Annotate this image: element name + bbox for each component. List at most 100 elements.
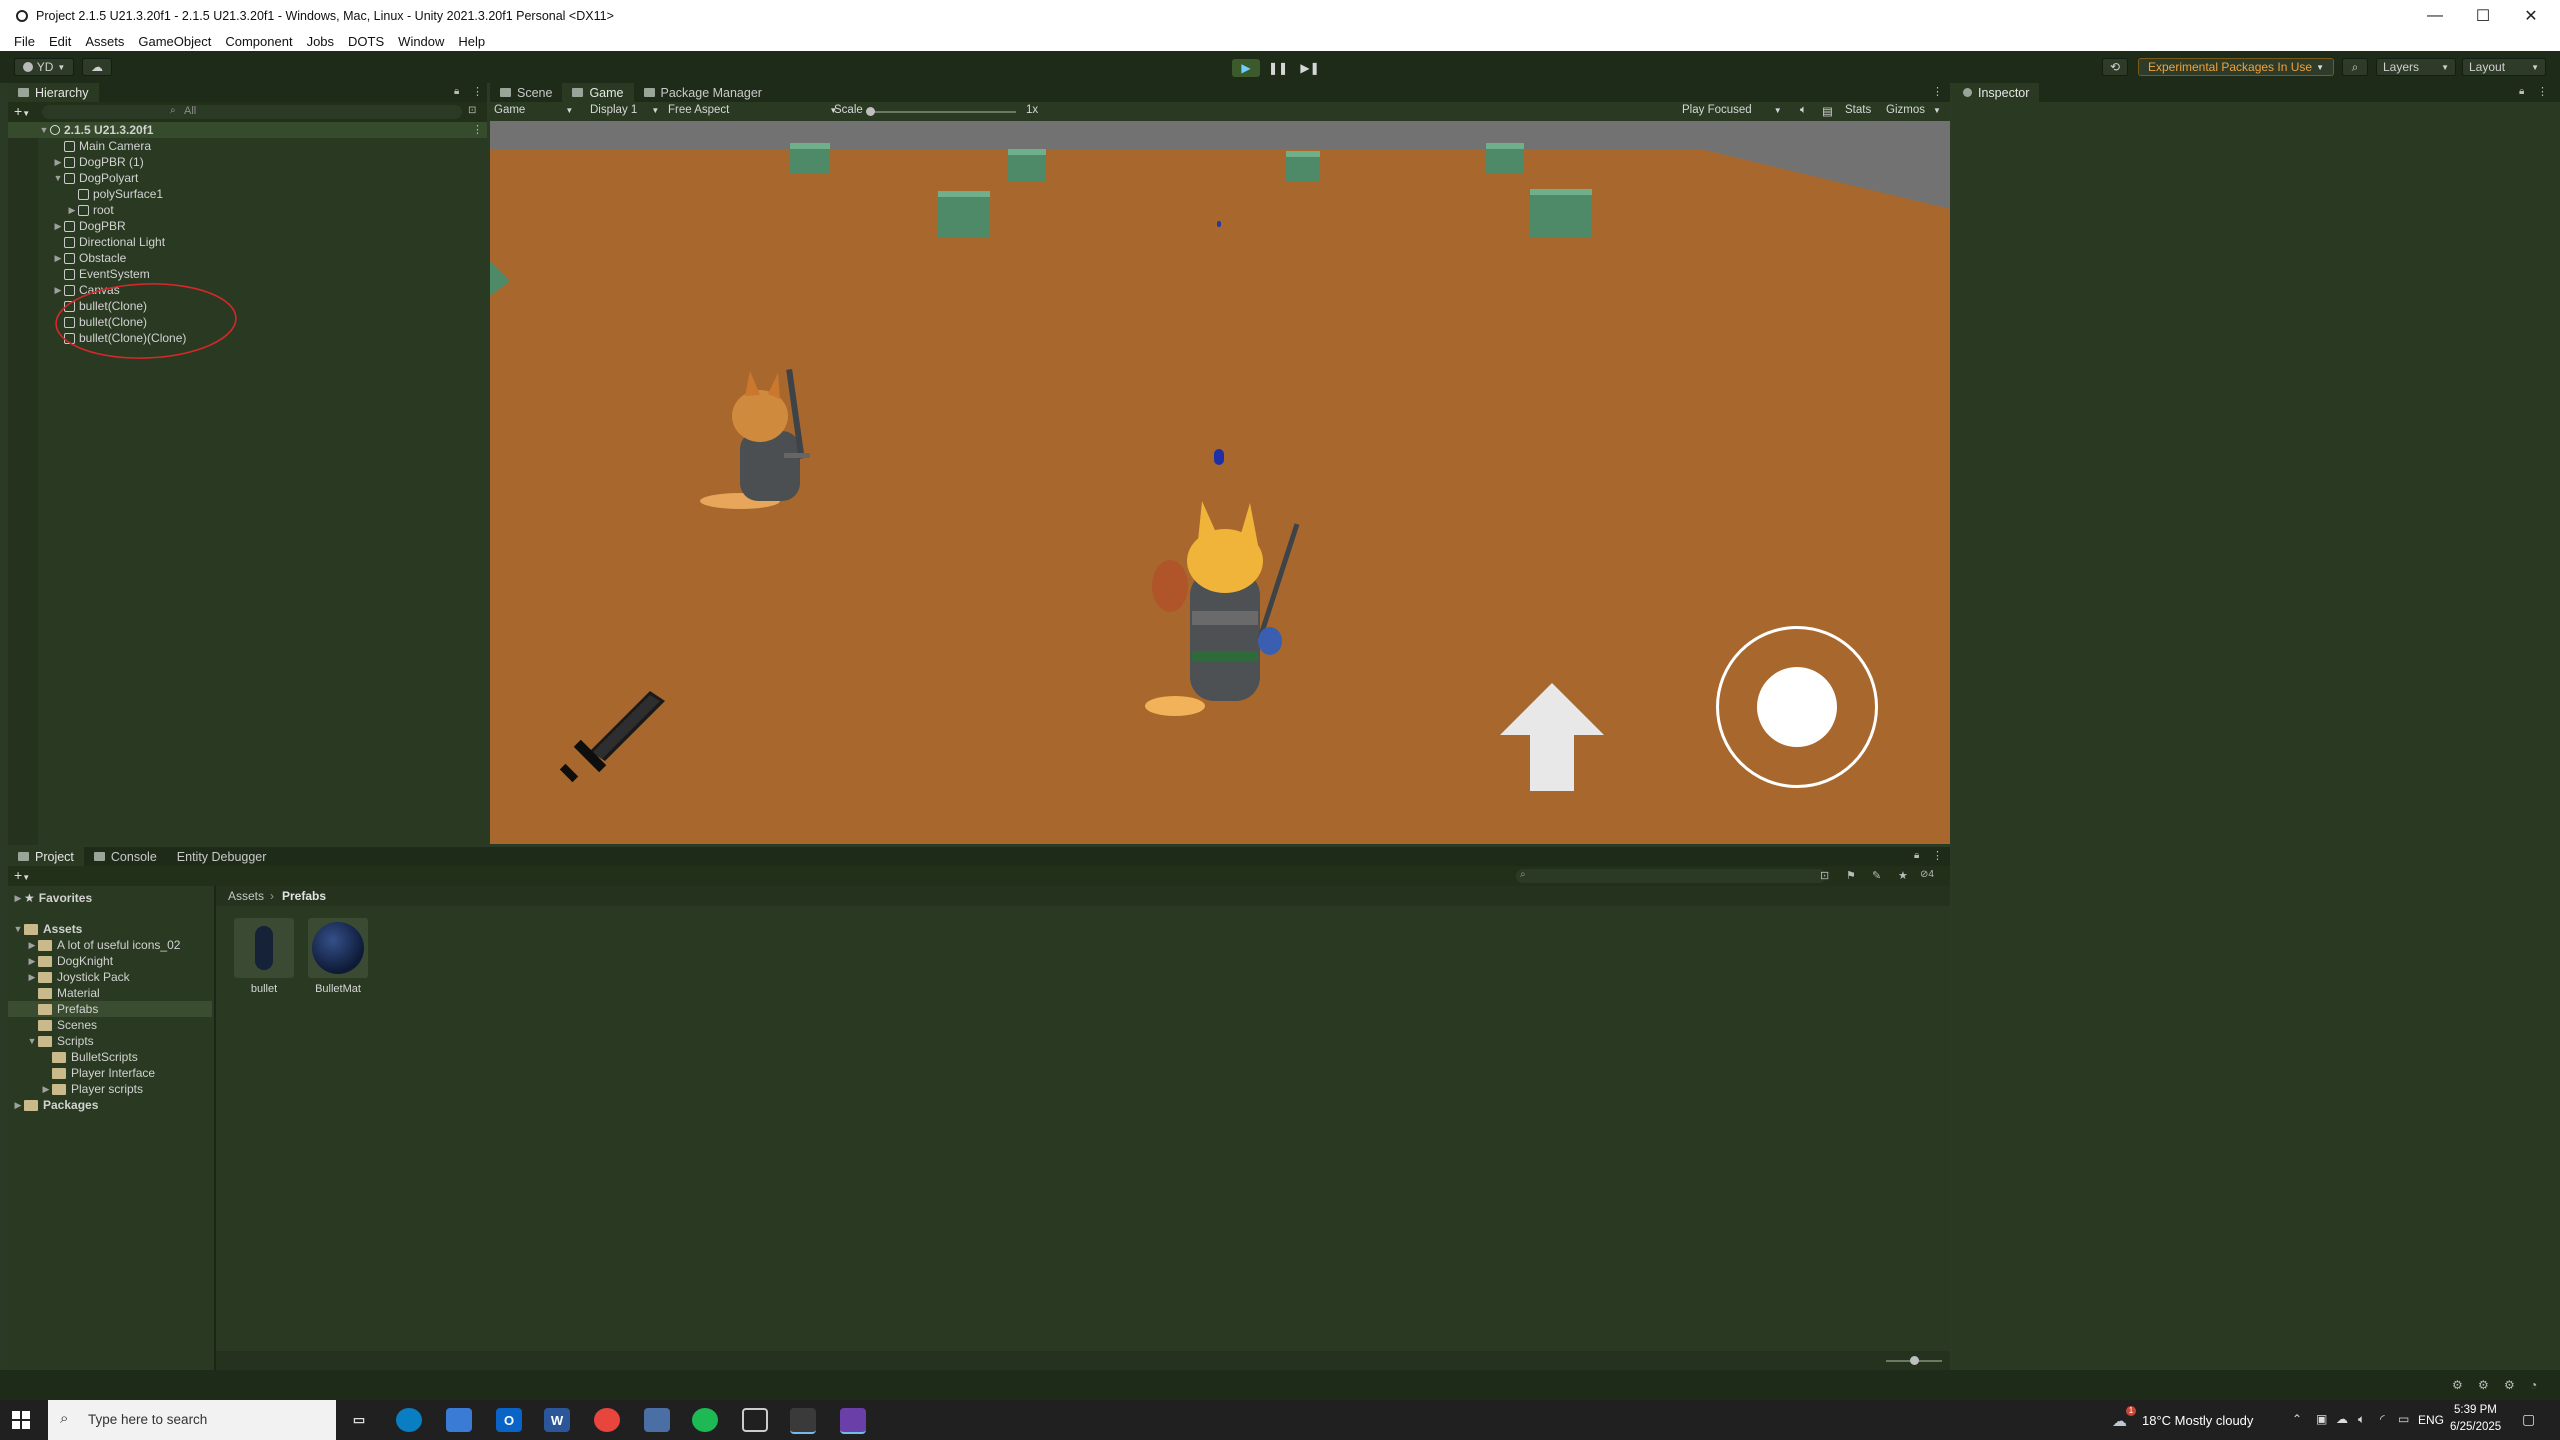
assets-row[interactable]: ▼ Assets (12, 921, 83, 937)
expand-arrow-icon[interactable]: ▼ (38, 125, 50, 135)
display-icon[interactable]: ▭ (2398, 1412, 2409, 1426)
folder-row[interactable]: BulletScripts (52, 1049, 138, 1065)
status-ok-icon[interactable]: ◔ (2530, 1378, 2537, 1392)
search-by-type-icon[interactable]: ⊡ (1820, 869, 1829, 882)
icon-size-slider-handle[interactable] (1910, 1356, 1919, 1365)
menu-component[interactable]: Component (225, 34, 292, 49)
scale-slider[interactable] (866, 107, 1016, 116)
expand-arrow-icon[interactable]: ▶ (40, 1084, 52, 1095)
hierarchy-item[interactable]: Main Camera (64, 138, 151, 154)
menu-assets[interactable]: Assets (85, 34, 124, 49)
search-button[interactable]: ⌕ (2342, 58, 2368, 76)
weather-text[interactable]: 18°C Mostly cloudy (2142, 1413, 2253, 1428)
create-button[interactable]: +▼ (14, 867, 30, 883)
hierarchy-item[interactable]: polySurface1 (78, 186, 163, 202)
folder-row[interactable]: Scenes (38, 1017, 97, 1033)
weather-icon[interactable]: ☁ (2112, 1412, 2127, 1430)
hierarchy-item[interactable]: ▼ DogPolyart (52, 170, 139, 186)
wifi-icon[interactable]: ◜ (2380, 1412, 2385, 1426)
expand-arrow-icon[interactable]: ▼ (52, 173, 64, 183)
icon-size-slider[interactable] (1886, 1356, 1942, 1365)
layout-dropdown[interactable]: Layout ▼ (2462, 58, 2546, 76)
mute-audio-icon[interactable]: 🔈︎ (1800, 104, 1807, 117)
expand-arrow-icon[interactable]: ▶ (26, 956, 38, 967)
hierarchy-item[interactable]: ▶ DogPBR (52, 218, 126, 234)
tab-package-manager[interactable]: Package Manager (634, 83, 772, 102)
project-search-input[interactable]: ⌕ (1516, 869, 1826, 883)
expand-arrow-icon[interactable]: ▶ (12, 893, 24, 904)
windows-start-icon[interactable] (12, 1411, 30, 1429)
tab-hierarchy[interactable]: Hierarchy (8, 83, 99, 102)
task-view-icon[interactable]: ▭ (346, 1408, 372, 1432)
step-button[interactable]: ▶❚ (1296, 59, 1324, 77)
unity-editor-icon[interactable] (790, 1408, 816, 1434)
store-icon[interactable] (446, 1408, 472, 1432)
expand-arrow-icon[interactable]: ▼ (26, 1036, 38, 1046)
menu-edit[interactable]: Edit (49, 34, 71, 49)
layers-dropdown[interactable]: Layers ▼ (2376, 58, 2456, 76)
chrome-icon[interactable] (594, 1408, 620, 1432)
folder-row[interactable]: Player Interface (52, 1065, 155, 1081)
debug-icon[interactable]: ⚙ (2452, 1378, 2463, 1392)
game-view-dropdown[interactable]: Game ▼ (494, 104, 573, 116)
close-button[interactable]: ✕ (2503, 0, 2559, 31)
favorite-star-icon[interactable]: ★ (1898, 869, 1908, 882)
account-dropdown[interactable]: YD ▼ (14, 58, 74, 76)
lock-icon[interactable]: 🔒︎ (454, 86, 459, 97)
folder-row[interactable]: ▶ Player scripts (40, 1081, 144, 1097)
expand-arrow-icon[interactable]: ▶ (26, 972, 38, 983)
hierarchy-item[interactable]: Directional Light (64, 234, 165, 250)
joystick-background[interactable] (1716, 626, 1878, 788)
folder-row[interactable]: ▶ Joystick Pack (26, 969, 130, 985)
breadcrumb-assets[interactable]: Assets (228, 889, 264, 903)
taskbar-search-box[interactable]: ⌕ Type here to search (48, 1400, 336, 1440)
favorites-row[interactable]: ▶ ★ Favorites (12, 890, 93, 906)
sword-attack-button[interactable] (560, 681, 670, 791)
volume-icon[interactable]: 🔈︎ (2358, 1412, 2365, 1427)
cache-icon[interactable]: ⚙ (2504, 1378, 2515, 1392)
outlook-icon[interactable]: O (496, 1408, 522, 1432)
folder-row[interactable]: ▼ Scripts (26, 1033, 94, 1049)
tab-inspector[interactable]: Inspector (1953, 83, 2040, 102)
menu-file[interactable]: File (14, 34, 35, 49)
show-hidden-icons[interactable]: ⌃ (2292, 1412, 2302, 1426)
tab-project[interactable]: Project (8, 847, 84, 866)
hierarchy-search-input[interactable]: ⌕ All (42, 105, 462, 119)
menu-jobs[interactable]: Jobs (307, 34, 334, 49)
kebab-menu-icon[interactable]: ⋮ (472, 123, 483, 136)
edge-icon[interactable] (396, 1408, 422, 1432)
hidden-packages-toggle[interactable]: ⊘4 (1920, 869, 1934, 880)
kebab-menu-icon[interactable]: ⋮ (472, 85, 483, 98)
packages-row[interactable]: ▶ Packages (12, 1097, 99, 1113)
spotify-icon[interactable] (692, 1408, 718, 1432)
kebab-menu-icon[interactable]: ⋮ (1932, 849, 1943, 862)
menu-help[interactable]: Help (458, 34, 485, 49)
game-view-render[interactable] (490, 121, 1950, 844)
lock-icon[interactable]: 🔒︎ (2519, 86, 2524, 97)
expand-arrow-icon[interactable]: ▶ (26, 940, 38, 951)
jump-arrow-button[interactable] (1500, 683, 1604, 793)
pause-button[interactable]: ❚❚ (1264, 59, 1292, 77)
experimental-packages-dropdown[interactable]: Experimental Packages In Use ▼ (2138, 58, 2334, 76)
folder-row[interactable]: Material (38, 985, 100, 1001)
stats-button[interactable]: Stats (1845, 104, 1871, 116)
hierarchy-item[interactable]: ▶ root (66, 202, 114, 218)
gizmos-dropdown[interactable]: Gizmos ▼ (1886, 104, 1941, 116)
unity-hub-icon[interactable] (742, 1408, 768, 1432)
expand-arrow-icon[interactable]: ▶ (52, 221, 64, 232)
menu-dots[interactable]: DOTS (348, 34, 384, 49)
search-by-label-icon[interactable]: ⚑ (1846, 869, 1856, 882)
menu-window[interactable]: Window (398, 34, 444, 49)
breadcrumb-prefabs[interactable]: Prefabs (282, 889, 326, 903)
kebab-menu-icon[interactable]: ⋮ (2537, 85, 2548, 98)
tab-console[interactable]: Console (84, 847, 167, 866)
tab-game[interactable]: Game (562, 83, 634, 102)
play-button[interactable]: ▶ (1232, 59, 1260, 77)
tab-scene[interactable]: Scene (490, 83, 562, 102)
hierarchy-item[interactable]: ▶ DogPBR (1) (52, 154, 144, 170)
tab-entity-debugger[interactable]: Entity Debugger (167, 847, 277, 866)
app-icon[interactable] (644, 1408, 670, 1432)
expand-arrow-icon[interactable]: ▶ (52, 157, 64, 168)
expand-arrow-icon[interactable]: ▶ (52, 253, 64, 264)
lock-icon[interactable]: 🔒︎ (1914, 850, 1919, 861)
